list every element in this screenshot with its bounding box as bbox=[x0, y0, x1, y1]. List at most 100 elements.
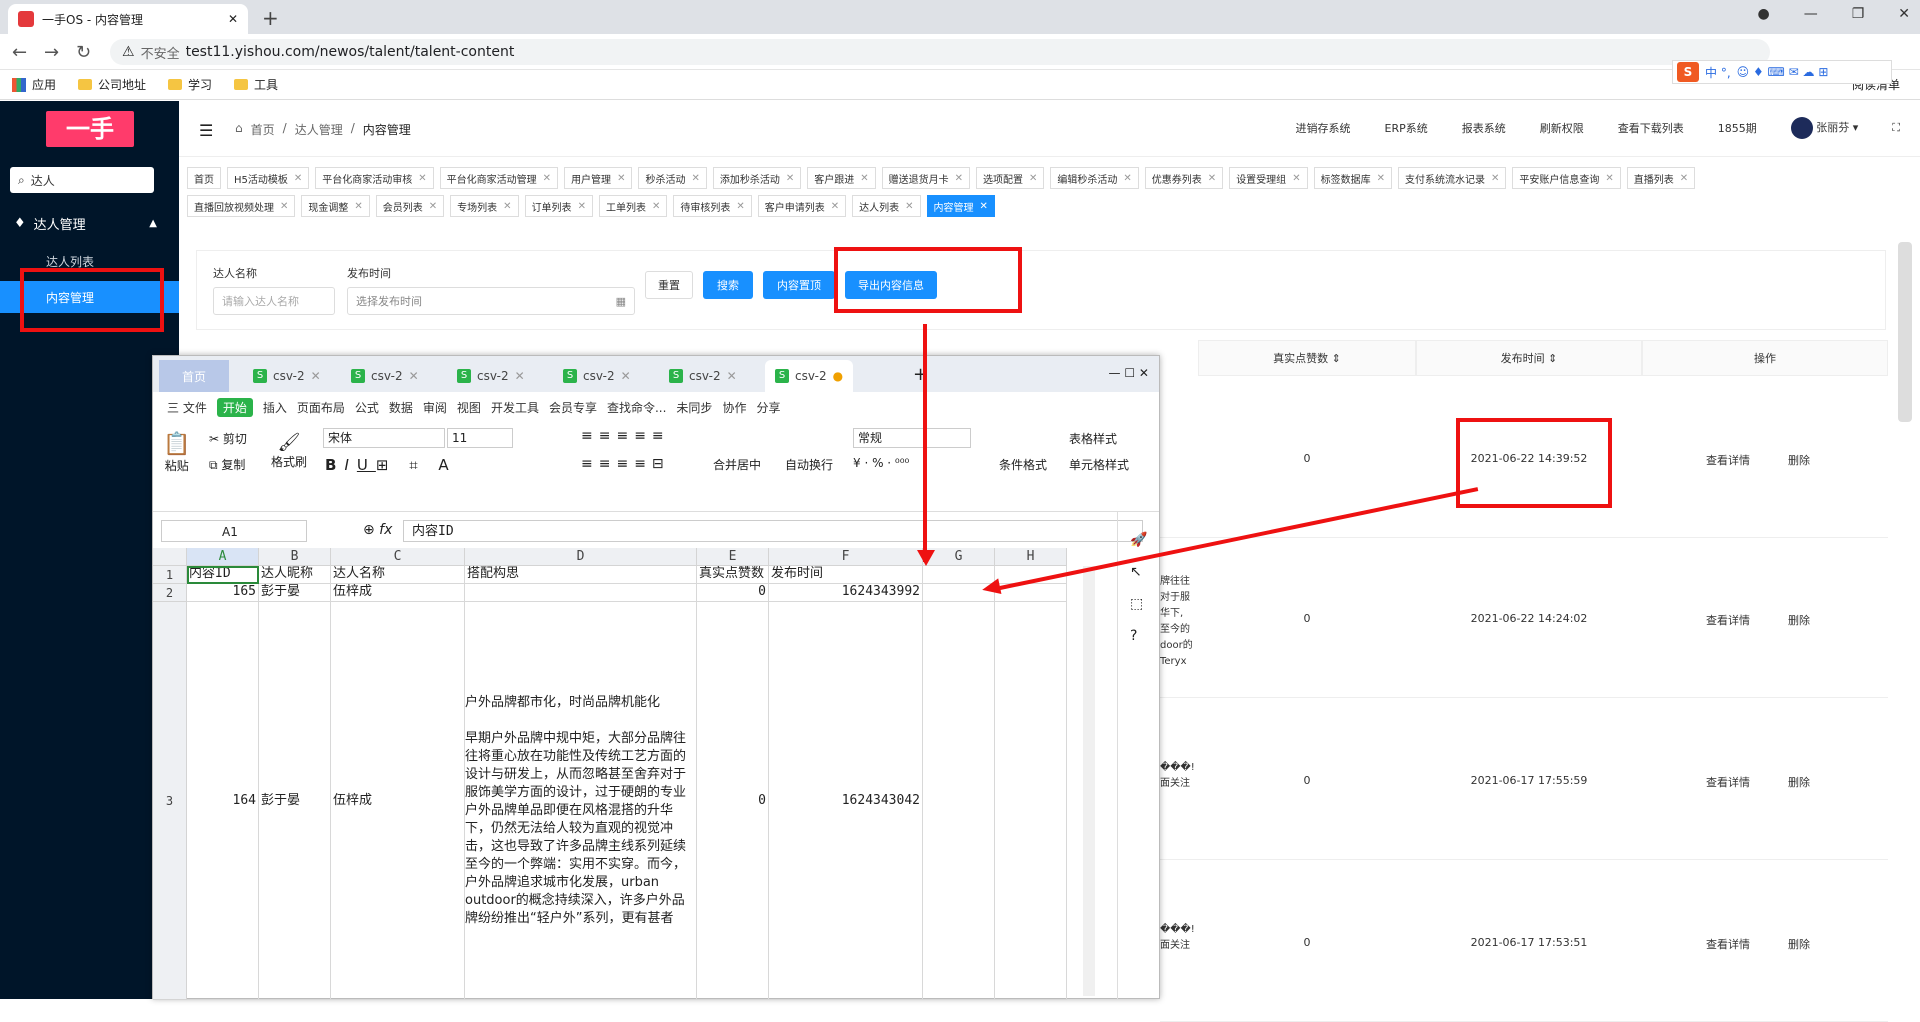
column-header[interactable]: F bbox=[769, 548, 923, 566]
close-icon[interactable]: ✕ bbox=[860, 173, 868, 184]
col-likes[interactable]: 真实点赞数 ⇕ bbox=[1198, 340, 1416, 376]
talent-name-input[interactable]: 请输入达人名称 bbox=[213, 287, 335, 315]
browser-tab[interactable]: 一手OS - 内容管理 ✕ bbox=[8, 4, 248, 34]
nav-inventory[interactable]: 进销存系统 bbox=[1296, 120, 1351, 136]
back-button[interactable]: ← bbox=[12, 42, 27, 63]
delete-link[interactable]: 删除 bbox=[1788, 452, 1810, 468]
column-header[interactable]: B bbox=[259, 548, 331, 566]
nav-report[interactable]: 报表系统 bbox=[1462, 120, 1506, 136]
view-detail-link[interactable]: 查看详情 bbox=[1706, 452, 1750, 468]
align-buttons[interactable]: ≡≡≡≡≡ bbox=[581, 428, 670, 444]
wps-tab-home[interactable]: 首页 bbox=[159, 360, 229, 392]
grid-cell[interactable]: 0 bbox=[697, 584, 769, 602]
fullscreen-icon[interactable]: ⛶ bbox=[1892, 121, 1900, 135]
close-icon[interactable]: ✕ bbox=[1208, 173, 1216, 184]
align-buttons-2[interactable]: ≡≡≡≡⊟ bbox=[581, 456, 670, 472]
menu-search-input[interactable]: ⌕ 达人 bbox=[10, 167, 154, 193]
tag-item[interactable]: 订单列表 ✕ bbox=[524, 195, 593, 217]
grid-cell[interactable] bbox=[995, 602, 1067, 1000]
grid-cell[interactable]: 164 bbox=[187, 602, 259, 1000]
close-icon[interactable]: ✕ bbox=[1029, 173, 1037, 184]
wps-menu-item[interactable]: 开始 bbox=[216, 397, 253, 417]
tag-item[interactable]: 优惠券列表 ✕ bbox=[1144, 167, 1224, 189]
number-buttons[interactable]: ¥ · % · ⁰⁰⁰ bbox=[853, 456, 909, 470]
delete-link[interactable]: 删除 bbox=[1788, 774, 1810, 790]
spreadsheet-grid[interactable]: A B C D E F G H 1 内容ID 达人昵称 达人名称 搭配构思 真实点赞数 发布时间 2 165 彭于… bbox=[153, 548, 1103, 1000]
copy-button[interactable]: ⧉ 复制 bbox=[209, 456, 245, 473]
column-header[interactable]: A bbox=[187, 548, 259, 566]
close-icon[interactable]: ✕ bbox=[621, 369, 631, 383]
search-button[interactable]: 搜索 bbox=[703, 271, 753, 299]
tag-item[interactable]: 直播回放视频处理 ✕ bbox=[187, 195, 296, 217]
grid-cell[interactable]: 达人昵称 bbox=[259, 566, 331, 584]
tag-item[interactable]: 内容管理 ✕ bbox=[926, 195, 995, 217]
close-icon[interactable]: ✕ bbox=[543, 173, 551, 184]
wps-tab-csv[interactable]: Scsv-2 ✕ bbox=[243, 360, 331, 392]
close-icon[interactable]: ✕ bbox=[503, 201, 511, 212]
bookmark-apps[interactable]: 应用 bbox=[12, 76, 56, 93]
grid-cell[interactable]: 1624343042 bbox=[769, 602, 923, 1000]
column-header[interactable]: H bbox=[995, 548, 1067, 566]
close-icon[interactable]: ✕ bbox=[691, 173, 699, 184]
close-icon[interactable]: ✕ bbox=[311, 369, 321, 383]
tag-item[interactable]: 支付系统流水记录 ✕ bbox=[1397, 167, 1507, 189]
forward-button[interactable]: → bbox=[44, 42, 59, 63]
grid-cell[interactable]: 彭于晏 bbox=[259, 602, 331, 1000]
grid-cell[interactable]: 达人名称 bbox=[331, 566, 465, 584]
wps-tab-csv[interactable]: Scsv-2 ✕ bbox=[553, 360, 641, 392]
close-icon[interactable]: ● bbox=[833, 369, 843, 383]
tag-item[interactable]: 用户管理 ✕ bbox=[564, 167, 633, 189]
cursor-icon[interactable]: ↖ bbox=[1130, 564, 1142, 580]
close-icon[interactable]: ✕ bbox=[354, 201, 362, 212]
tag-item[interactable]: 客户跟进 ✕ bbox=[807, 167, 876, 189]
tag-item[interactable]: 平台化商家活动审核 ✕ bbox=[315, 167, 434, 189]
wps-menu-item[interactable]: 视图 bbox=[457, 399, 481, 416]
column-header[interactable]: C bbox=[331, 548, 465, 566]
tag-item[interactable]: 首页 bbox=[187, 167, 221, 189]
view-detail-link[interactable]: 查看详情 bbox=[1706, 612, 1750, 628]
tag-item[interactable]: 达人列表 ✕ bbox=[852, 195, 921, 217]
tag-item[interactable]: 选项配置 ✕ bbox=[976, 167, 1045, 189]
ime-toolbar[interactable]: S中 °, ☺ ♦ ⌨ ✉ ☁ ⊞ bbox=[1672, 60, 1892, 84]
new-tab-button[interactable]: + bbox=[262, 6, 279, 30]
help-icon[interactable]: ? bbox=[1130, 628, 1137, 644]
close-icon[interactable]: ✕ bbox=[1377, 173, 1385, 184]
close-icon[interactable]: ✕ bbox=[1491, 173, 1499, 184]
nav-erp[interactable]: ERP系统 bbox=[1385, 120, 1428, 136]
paste-button[interactable]: 📋 粘贴 bbox=[163, 432, 190, 474]
wps-menu-item[interactable]: 会员专享 bbox=[549, 399, 597, 416]
close-icon[interactable]: ✕ bbox=[1680, 173, 1688, 184]
cut-button[interactable]: ✂ 剪切 bbox=[209, 430, 247, 447]
table-style-button[interactable]: 表格样式 bbox=[1069, 430, 1117, 447]
column-header[interactable]: D bbox=[465, 548, 697, 566]
breadcrumb-talent[interactable]: 达人管理 bbox=[295, 121, 343, 138]
wps-menu-item[interactable]: 公式 bbox=[355, 399, 379, 416]
tag-item[interactable]: H5活动模板 ✕ bbox=[227, 167, 310, 189]
row-header[interactable]: 3 bbox=[153, 602, 187, 1000]
nav-refresh[interactable]: 刷新权限 bbox=[1540, 120, 1584, 136]
tag-item[interactable]: 添加秒杀活动 ✕ bbox=[712, 167, 802, 189]
close-icon[interactable]: ✕ bbox=[786, 173, 794, 184]
grid-cell[interactable]: 发布时间 bbox=[769, 566, 923, 584]
bookmark-company[interactable]: 公司地址 bbox=[78, 76, 146, 93]
tag-item[interactable]: 会员列表 ✕ bbox=[375, 195, 445, 217]
font-select[interactable]: 宋体 bbox=[323, 428, 445, 448]
grid-cell[interactable]: 1624343992 bbox=[769, 584, 923, 602]
grid-cell[interactable]: 搭配构思 bbox=[465, 566, 697, 584]
grid-cell[interactable] bbox=[923, 602, 995, 1000]
wps-tab-csv[interactable]: Scsv-2 ● bbox=[765, 360, 854, 392]
wps-menu-item[interactable]: 页面布局 bbox=[297, 399, 345, 416]
rocket-icon[interactable]: 🚀 bbox=[1130, 532, 1147, 548]
tag-item[interactable]: 待审核列表 ✕ bbox=[673, 195, 752, 217]
wps-menu-item[interactable]: 分享 bbox=[756, 399, 780, 416]
close-icon[interactable]: ✕ bbox=[652, 201, 660, 212]
close-icon[interactable]: ✕ bbox=[736, 201, 744, 212]
close-icon[interactable]: ✕ bbox=[955, 173, 963, 184]
select-icon[interactable]: ⬚ bbox=[1130, 596, 1143, 612]
grid-cell[interactable] bbox=[465, 584, 697, 602]
tag-item[interactable]: 客户申请列表 ✕ bbox=[757, 195, 847, 217]
column-header[interactable]: E bbox=[697, 548, 769, 566]
close-icon[interactable]: ✕ bbox=[1123, 173, 1131, 184]
tag-item[interactable]: 标签数据库 ✕ bbox=[1313, 167, 1392, 189]
tag-item[interactable]: 平台化商家活动管理 ✕ bbox=[439, 167, 559, 189]
